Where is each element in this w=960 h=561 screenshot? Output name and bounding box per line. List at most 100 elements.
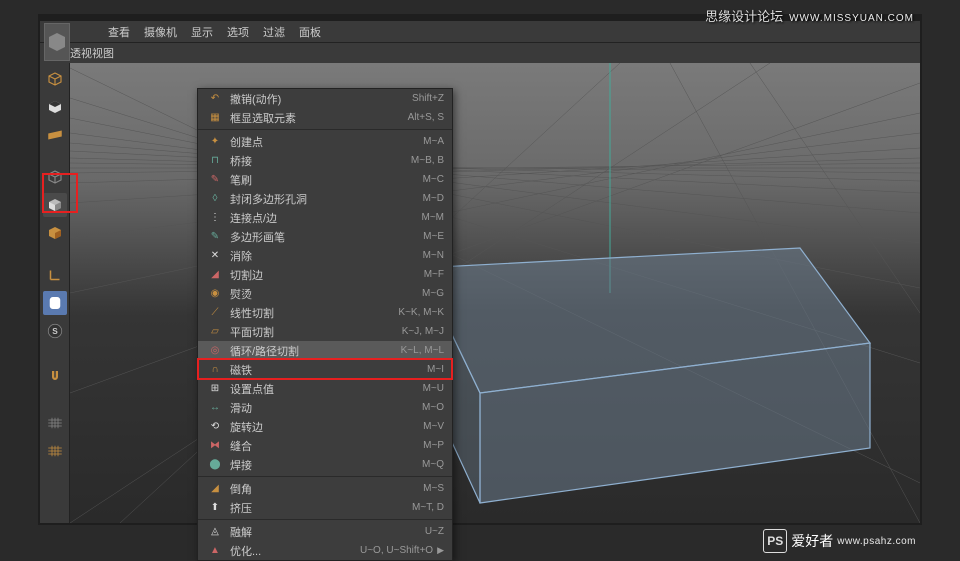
menu-shortcut: K~K, M~K — [398, 307, 444, 318]
menu-icon: ⟲ — [206, 420, 224, 434]
menu-item[interactable]: ✎笔刷M~C — [198, 170, 452, 189]
menu-icon: ∩ — [206, 363, 224, 377]
menu-icon: ↶ — [206, 92, 224, 106]
menu-item[interactable]: ∩ 磁铁M~I — [198, 360, 452, 379]
menu-shortcut: M~B, B — [411, 155, 444, 166]
menu-item[interactable]: ◎循环/路径切割K~L, M~L — [198, 341, 452, 360]
menu-item[interactable]: ⊓桥接M~B, B — [198, 151, 452, 170]
menu-shortcut: Alt+S, S — [408, 112, 444, 123]
menu-view[interactable]: 查看 — [108, 24, 130, 40]
menu-item[interactable]: ◢ 倒角M~S — [198, 479, 452, 498]
menu-item[interactable]: ✎ 多边形画笔M~E — [198, 227, 452, 246]
menu-shortcut: U~Z — [425, 526, 444, 537]
menu-label: 设置点值 — [230, 381, 423, 397]
menu-camera[interactable]: 摄像机 — [144, 24, 177, 40]
menu-item[interactable]: ✕消除M~N — [198, 246, 452, 265]
menu-label: 多边形画笔 — [230, 229, 423, 245]
menu-icon: ▦ — [206, 111, 224, 125]
menu-label: 封闭多边形孔洞 — [230, 191, 423, 207]
orange-cube-icon[interactable] — [43, 221, 67, 245]
menu-icon: ⊓ — [206, 154, 224, 168]
menu-item[interactable]: ◉熨烫M~G — [198, 284, 452, 303]
menu-shortcut: M~N — [423, 250, 444, 261]
axis-tool-icon[interactable] — [43, 263, 67, 287]
menu-icon: ⬤ — [206, 458, 224, 472]
view-title-bar: 透视视图 — [40, 43, 920, 63]
menu-shortcut: M~D — [423, 193, 444, 204]
menu-icon: ⬆ — [206, 501, 224, 515]
menu-options[interactable]: 选项 — [227, 24, 249, 40]
menu-display[interactable]: 显示 — [191, 24, 213, 40]
cube-object — [420, 248, 870, 503]
cube-tool-icon[interactable] — [43, 67, 67, 91]
menu-label: 倒角 — [230, 481, 423, 497]
svg-text:S: S — [52, 327, 58, 336]
menu-icon: ◎ — [206, 344, 224, 358]
menu-shortcut: M~F — [424, 269, 444, 280]
menu-icon: ✎ — [206, 173, 224, 187]
plane-tool-icon[interactable] — [43, 123, 67, 147]
context-menu: ↶ 撤销(动作)Shift+Z ▦框显选取元素Alt+S, S ✦ 创建点M~A ⊓桥接M… — [197, 88, 453, 561]
watermark-bottom: PS 爱好者 www.psahz.com — [763, 529, 916, 553]
grey-cube-icon[interactable] — [43, 165, 67, 189]
menu-shortcut: M~P — [423, 440, 444, 451]
menu-icon: ✦ — [206, 135, 224, 149]
menu-icon: ✎ — [206, 230, 224, 244]
menu-item[interactable]: ↶ 撤销(动作)Shift+Z — [198, 89, 452, 108]
menu-icon: ⟋ — [206, 306, 224, 320]
checker-cube-icon[interactable] — [43, 95, 67, 119]
menu-label: 旋转边 — [230, 419, 423, 435]
menu-item[interactable]: ✦ 创建点M~A — [198, 132, 452, 151]
menu-label: 消除 — [230, 248, 423, 264]
menu-item[interactable]: ⬆ 挤压M~T, D — [198, 498, 452, 517]
menu-item[interactable]: ◊ 封闭多边形孔洞M~D — [198, 189, 452, 208]
menu-shortcut: M~U — [423, 383, 444, 394]
menu-label: 挤压 — [230, 500, 412, 516]
mouse-tool-icon[interactable] — [43, 291, 67, 315]
grid-tool-2-icon[interactable] — [43, 439, 67, 463]
menu-icon: ◊ — [206, 192, 224, 206]
menu-label: 缝合 — [230, 438, 423, 454]
menu-shortcut: M~T, D — [412, 502, 444, 513]
menu-filter[interactable]: 过滤 — [263, 24, 285, 40]
menu-item[interactable]: ⬤焊接M~Q — [198, 455, 452, 474]
menu-icon: ⊞ — [206, 382, 224, 396]
menu-shortcut: M~O — [422, 402, 444, 413]
menu-item[interactable]: ⟲旋转边M~V — [198, 417, 452, 436]
light-cube-icon[interactable] — [43, 193, 67, 217]
menu-item[interactable]: ⧓缝合M~P — [198, 436, 452, 455]
menu-shortcut: U~O, U~Shift+O — [360, 545, 433, 556]
menu-item[interactable]: ⋮连接点/边M~M — [198, 208, 452, 227]
menu-shortcut: Shift+Z — [412, 93, 444, 104]
menu-item[interactable]: ▱平面切割K~J, M~J — [198, 322, 452, 341]
menu-item[interactable]: ⊞ 设置点值M~U — [198, 379, 452, 398]
menu-label: 磁铁 — [230, 362, 427, 378]
menu-shortcut: K~J, M~J — [402, 326, 444, 337]
magnet-tool-icon[interactable] — [43, 361, 67, 393]
menu-shortcut: M~I — [427, 364, 444, 375]
menu-label: 连接点/边 — [230, 210, 422, 226]
menu-item[interactable]: ▦框显选取元素Alt+S, S — [198, 108, 452, 127]
menu-label: 撤销(动作) — [230, 91, 412, 107]
menu-icon: ◢ — [206, 482, 224, 496]
menu-shortcut: M~A — [423, 136, 444, 147]
menu-shortcut: M~S — [423, 483, 444, 494]
grid-tool-icon[interactable] — [43, 411, 67, 435]
menu-label: 循环/路径切割 — [230, 343, 401, 359]
menu-label: 切割边 — [230, 267, 424, 283]
menu-shortcut: M~E — [423, 231, 444, 242]
menu-label: 焊接 — [230, 457, 422, 473]
menu-label: 创建点 — [230, 134, 423, 150]
menu-item[interactable]: ▲优化...U~O, U~Shift+O▶ — [198, 541, 452, 560]
menu-item[interactable]: ◬融解U~Z — [198, 522, 452, 541]
menu-icon: ▲ — [206, 544, 224, 558]
app-logo-icon — [44, 23, 70, 61]
menu-icon: ⋮ — [206, 211, 224, 225]
menu-icon: ◉ — [206, 287, 224, 301]
menu-panel[interactable]: 面板 — [299, 24, 321, 40]
snap-s-icon[interactable]: S — [43, 319, 67, 343]
menu-item[interactable]: ⟋ 线性切割K~K, M~K — [198, 303, 452, 322]
menu-item[interactable]: ◢切割边M~F — [198, 265, 452, 284]
menu-label: 线性切割 — [230, 305, 398, 321]
menu-item[interactable]: ↔滑动M~O — [198, 398, 452, 417]
